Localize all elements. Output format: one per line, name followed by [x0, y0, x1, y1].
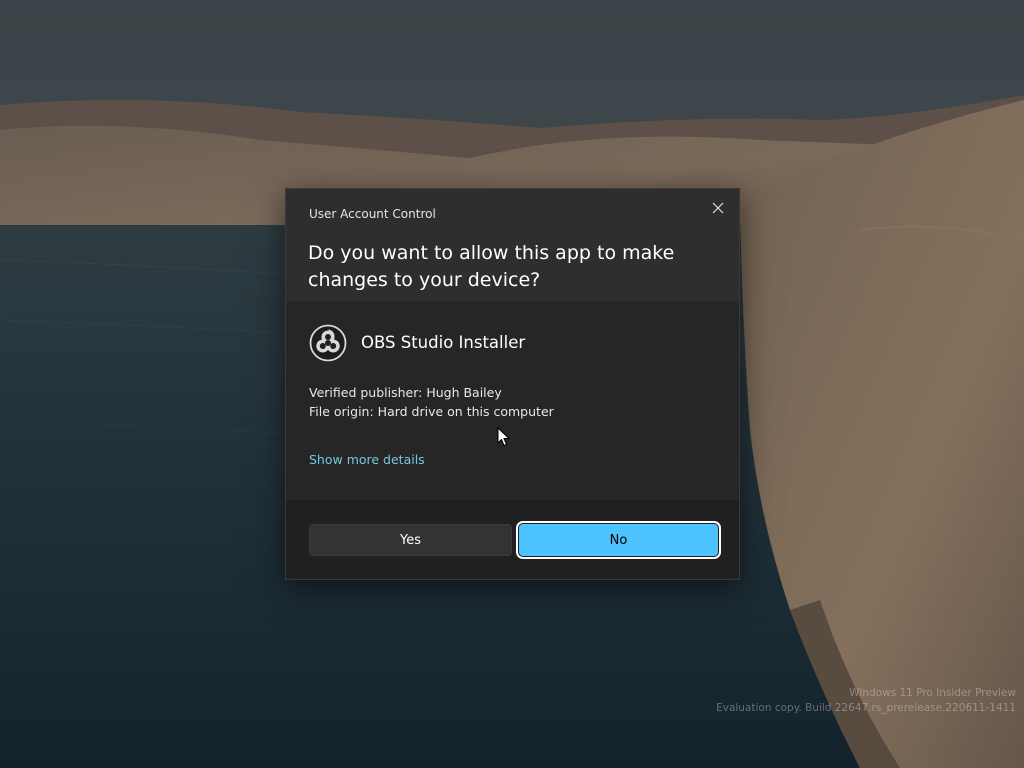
watermark-build: Evaluation copy. Build 22647.rs_prerelea… — [716, 702, 1016, 714]
mouse-cursor-icon — [497, 427, 511, 447]
uac-body: OBS Studio Installer Verified publisher:… — [286, 302, 739, 500]
watermark-edition: Windows 11 Pro Insider Preview — [849, 687, 1016, 699]
file-origin: File origin: Hard drive on this computer — [309, 404, 554, 419]
desktop: User Account Control Do you want to allo… — [0, 0, 1024, 768]
verified-publisher: Verified publisher: Hugh Bailey — [309, 385, 502, 400]
uac-footer: Yes No — [286, 500, 739, 579]
uac-header: User Account Control Do you want to allo… — [286, 189, 739, 302]
yes-button[interactable]: Yes — [309, 524, 512, 556]
uac-question: Do you want to allow this app to make ch… — [308, 242, 675, 291]
close-icon — [712, 202, 724, 214]
close-button[interactable] — [703, 194, 733, 222]
dialog-title: User Account Control — [309, 207, 436, 221]
uac-dialog: User Account Control Do you want to allo… — [285, 188, 740, 580]
windows-watermark: Windows 11 Pro Insider Preview Evaluatio… — [716, 686, 1016, 716]
no-button[interactable]: No — [516, 521, 721, 559]
app-name: OBS Studio Installer — [361, 333, 526, 352]
show-more-details-link[interactable]: Show more details — [309, 452, 425, 467]
obs-logo-icon — [309, 324, 347, 362]
